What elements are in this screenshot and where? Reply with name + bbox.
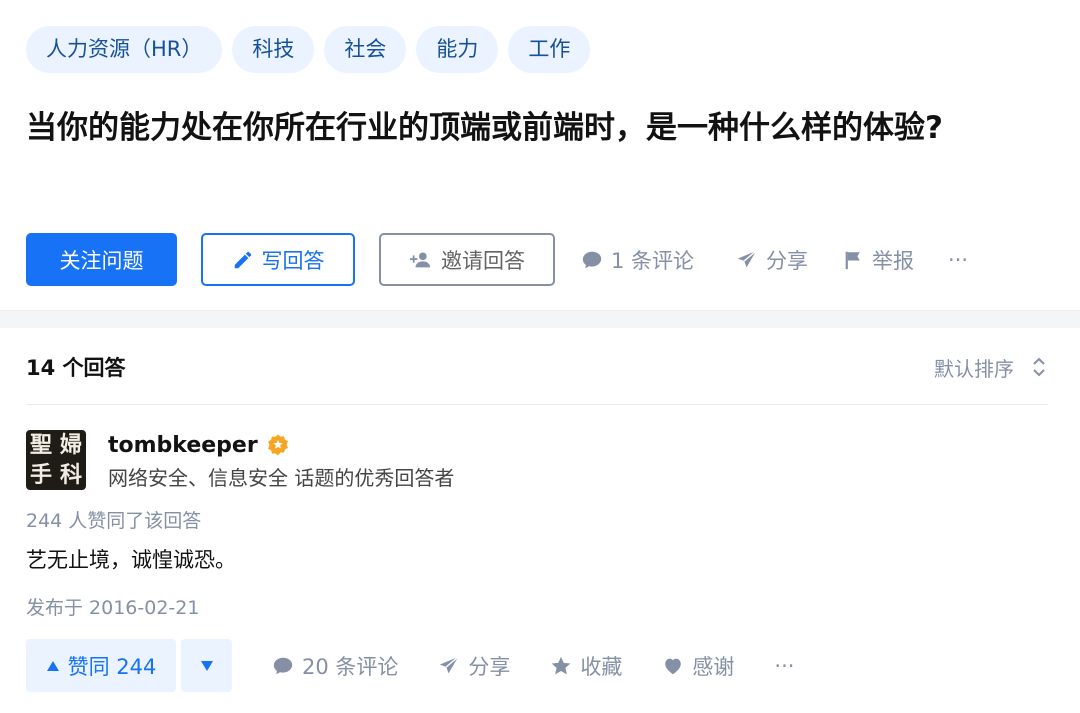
badge-icon — [266, 433, 290, 457]
question-share-label: 分享 — [766, 248, 809, 273]
avatar-char: 婦 — [59, 432, 82, 458]
heart-icon — [662, 655, 684, 677]
answers-count: 14 个回答 — [26, 356, 126, 380]
comment-icon — [581, 249, 603, 271]
answer-share-label: 分享 — [468, 654, 511, 679]
write-answer-button[interactable]: 写回答 — [201, 233, 355, 286]
answer-actions: 赞同 244 20 条评论 分享 收藏 感谢 ··· — [26, 639, 794, 692]
question-share-button[interactable]: 分享 — [736, 245, 808, 275]
answer-share-button[interactable]: 分享 — [438, 651, 510, 681]
triangle-down-icon — [200, 660, 214, 672]
collect-button[interactable]: 收藏 — [550, 651, 622, 681]
answer-author: 聖 婦 手 科 tombkeeper 网络安全、信息安全 话题的优秀回答者 — [26, 430, 454, 491]
avatar-char: 聖 — [29, 432, 52, 458]
author-name[interactable]: tombkeeper — [108, 433, 258, 458]
vote-count-line: 244 人赞同了该回答 — [26, 510, 202, 532]
sort-label: 默认排序 — [934, 356, 1014, 381]
question-report-button[interactable]: 举报 — [842, 245, 914, 275]
more-icon: ··· — [774, 653, 795, 678]
topic-tag-work[interactable]: 工作 — [508, 26, 591, 73]
add-user-icon — [409, 249, 433, 271]
follow-question-label: 关注问题 — [59, 248, 144, 273]
topic-tag-society[interactable]: 社会 — [324, 26, 407, 73]
upvote-button[interactable]: 赞同 244 — [26, 639, 176, 692]
author-bio: 网络安全、信息安全 话题的优秀回答者 — [108, 466, 455, 490]
answers-header: 14 个回答 默认排序 — [26, 345, 1046, 389]
upvote-label: 赞同 244 — [67, 654, 157, 679]
question-comments-button[interactable]: 1 条评论 — [581, 245, 694, 275]
answer-comments-button[interactable]: 20 条评论 — [272, 651, 398, 681]
answer-comments-label: 20 条评论 — [302, 654, 399, 679]
sort-selector[interactable]: 默认排序 — [934, 353, 1046, 382]
sort-chevron-icon — [1032, 356, 1046, 378]
invite-answer-button[interactable]: 邀请回答 — [379, 233, 555, 286]
topic-tag-hr[interactable]: 人力资源（HR） — [26, 26, 223, 73]
header-divider — [26, 404, 1048, 405]
collect-label: 收藏 — [580, 654, 623, 679]
triangle-up-icon — [46, 660, 60, 672]
question-more-button[interactable]: ··· — [948, 248, 968, 272]
follow-question-button[interactable]: 关注问题 — [26, 233, 177, 286]
topic-tag-tech[interactable]: 科技 — [232, 26, 315, 73]
question-actions: 关注问题 写回答 邀请回答 1 条评论 分享 举报 ··· — [26, 233, 968, 286]
question-report-label: 举报 — [872, 248, 915, 273]
answer-content: 艺无止境，诚惶诚恐。 — [26, 548, 236, 572]
flag-icon — [842, 249, 864, 271]
avatar-char: 科 — [59, 462, 82, 488]
pencil-icon — [232, 249, 254, 271]
avatar[interactable]: 聖 婦 手 科 — [26, 430, 86, 490]
paper-plane-icon — [438, 655, 460, 677]
comment-icon — [272, 655, 294, 677]
invite-answer-label: 邀请回答 — [441, 248, 525, 273]
thanks-label: 感谢 — [692, 654, 735, 679]
thanks-button[interactable]: 感谢 — [662, 651, 734, 681]
paper-plane-icon — [736, 249, 758, 271]
star-icon — [550, 655, 572, 677]
publish-date[interactable]: 发布于 2016-02-21 — [26, 593, 199, 620]
question-title: 当你的能力处在你所在行业的顶端或前端时，是一种什么样的体验? — [26, 110, 943, 146]
more-icon: ··· — [948, 247, 969, 272]
topic-tags: 人力资源（HR） 科技 社会 能力 工作 — [26, 26, 591, 73]
section-divider — [0, 310, 1080, 328]
avatar-char: 手 — [29, 462, 52, 488]
answer-more-button[interactable]: ··· — [774, 654, 794, 678]
question-comments-label: 1 条评论 — [611, 248, 695, 273]
author-name-row: tombkeeper — [108, 430, 454, 460]
downvote-button[interactable] — [181, 639, 232, 692]
write-answer-label: 写回答 — [261, 248, 325, 273]
author-info: tombkeeper 网络安全、信息安全 话题的优秀回答者 — [108, 430, 454, 491]
topic-tag-ability[interactable]: 能力 — [416, 26, 499, 73]
